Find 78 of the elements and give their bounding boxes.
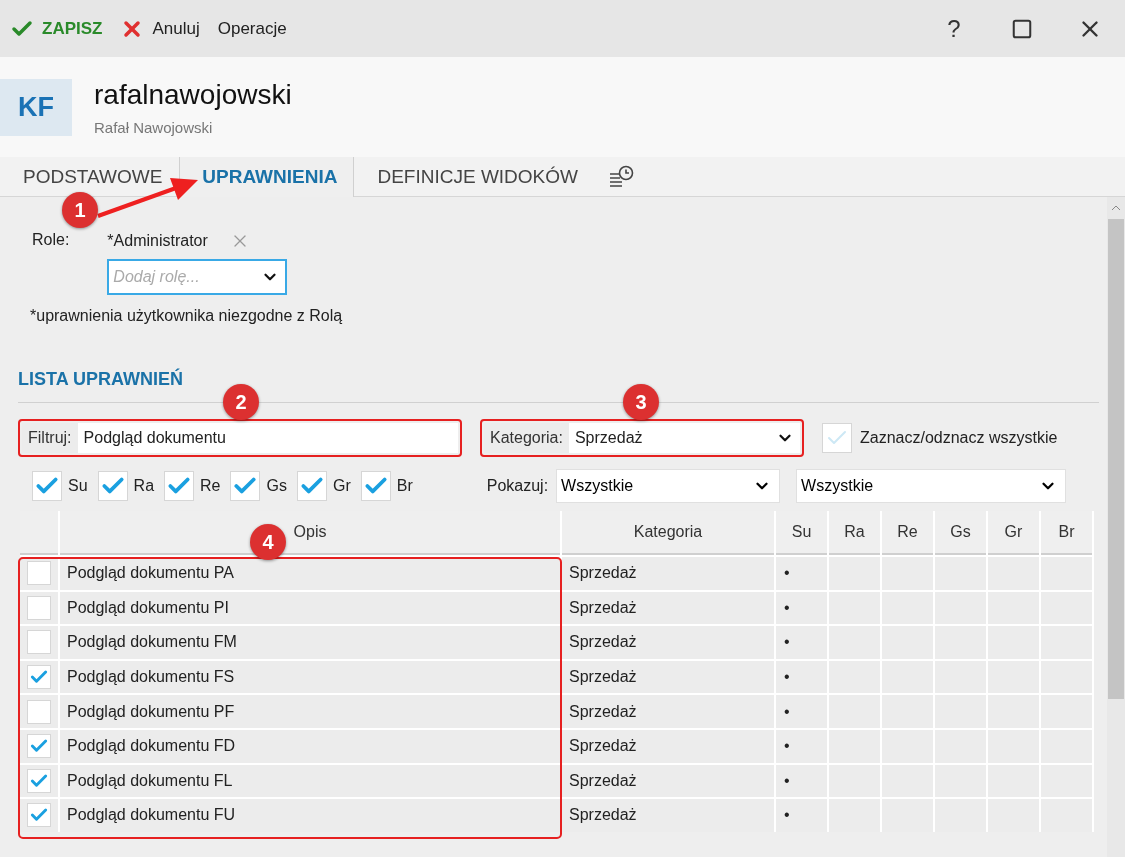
table-cell: Podgląd dokumentu PI	[60, 591, 560, 625]
checkbox[interactable]	[230, 471, 261, 501]
roles-note: *uprawnienia użytkownika niezgodne z Rolą	[29, 307, 344, 325]
checkbox[interactable]	[27, 768, 51, 793]
table-cell: Podgląd dokumentu FS	[60, 660, 560, 694]
scroll-up-icon[interactable]	[1111, 205, 1121, 211]
column-header: Gr	[988, 511, 1039, 555]
column-toggle-label: Su	[68, 477, 88, 495]
table-cell: Sprzedaż	[562, 626, 774, 659]
checkbox[interactable]	[27, 699, 51, 724]
column-toggle-label: Br	[396, 477, 413, 495]
tab[interactable]: DEFINICJE WIDOKÓW	[354, 157, 595, 197]
checkbox[interactable]	[27, 734, 51, 759]
column-toggle-label: Gs	[266, 477, 287, 495]
checkbox[interactable]	[27, 595, 51, 620]
column-toggle-label: Ra	[133, 477, 155, 495]
column-toggle-label: Gr	[332, 477, 351, 495]
show-dropdown[interactable]: Wszystkie	[556, 469, 781, 503]
table-cell: •	[776, 695, 827, 728]
user-login: rafalnawojowski	[94, 78, 292, 111]
cancel-button[interactable]: Anuluj	[120, 16, 200, 41]
show-dropdown[interactable]: Wszystkie	[796, 469, 1067, 503]
operations-menu[interactable]: Operacje	[217, 18, 287, 39]
select-all-label: Zaznacz/odznacz wszystkie	[860, 429, 1058, 447]
filter-field[interactable]: Filtruj: Podgląd dokumentu	[22, 423, 458, 453]
checkbox[interactable]	[27, 561, 51, 586]
checkbox[interactable]	[27, 803, 51, 828]
scrollbar[interactable]	[1107, 197, 1125, 857]
user-full-name: Rafał Nawojowski	[94, 118, 214, 136]
checkbox[interactable]	[27, 630, 51, 655]
save-button[interactable]: ZAPISZ	[10, 16, 103, 41]
role-name: *Administrator	[107, 232, 208, 250]
table-cell: •	[776, 799, 827, 832]
table-cell: Sprzedaż	[562, 729, 774, 763]
checkbox[interactable]	[164, 471, 195, 501]
step-badge: 1	[62, 192, 98, 228]
table-cell: •	[776, 764, 827, 798]
checkbox[interactable]	[360, 471, 391, 501]
table-cell: •	[776, 557, 827, 590]
table-cell: Podgląd dokumentu PA	[60, 557, 560, 590]
select-all-checkbox[interactable]	[822, 423, 852, 453]
scrollbar-thumb[interactable]	[1108, 219, 1124, 699]
table-cell: •	[776, 626, 827, 659]
checkbox[interactable]	[97, 471, 128, 501]
table-cell: Sprzedaż	[562, 799, 774, 832]
column-toggle-label: Re	[200, 477, 221, 495]
category-dropdown[interactable]: Kategoria: Sprzedaż	[484, 423, 800, 453]
table-cell: Podgląd dokumentu FU	[60, 799, 560, 832]
column-header: Ra	[829, 511, 880, 555]
table-cell: Podgląd dokumentu FD	[60, 729, 560, 763]
column-header: Kategoria	[562, 511, 774, 555]
table-cell: •	[776, 591, 827, 625]
column-header: Re	[882, 511, 933, 555]
table-cell: Sprzedaż	[562, 557, 774, 590]
table-cell: Podgląd dokumentu FL	[60, 764, 560, 798]
table-cell: •	[776, 660, 827, 694]
help-button[interactable]: ?	[929, 8, 979, 49]
checkbox[interactable]	[32, 471, 62, 501]
maximize-icon	[1011, 17, 1033, 40]
column-header: Su	[776, 511, 827, 555]
step-badge: 2	[223, 384, 259, 420]
checkbox[interactable]	[296, 471, 327, 501]
table-cell: Sprzedaż	[562, 591, 774, 625]
table-cell: Podgląd dokumentu PF	[60, 695, 560, 728]
table-cell: Podgląd dokumentu FM	[60, 626, 560, 659]
table-cell: Sprzedaż	[562, 660, 774, 694]
table-cell: Sprzedaż	[562, 695, 774, 728]
role-dropdown[interactable]: Dodaj rolę...	[107, 259, 288, 295]
column-header: Gs	[935, 511, 986, 555]
avatar: KF	[0, 78, 72, 136]
table-cell: •	[776, 729, 827, 763]
show-label: Pokazuj:	[486, 477, 549, 495]
checkbox[interactable]	[27, 665, 51, 690]
column-header: Br	[1041, 511, 1092, 555]
step-badge: 3	[623, 384, 659, 420]
tab[interactable]: UPRAWNIENIA	[179, 157, 355, 197]
roles-label: Role:	[32, 231, 70, 250]
table-cell: Sprzedaż	[562, 764, 774, 798]
